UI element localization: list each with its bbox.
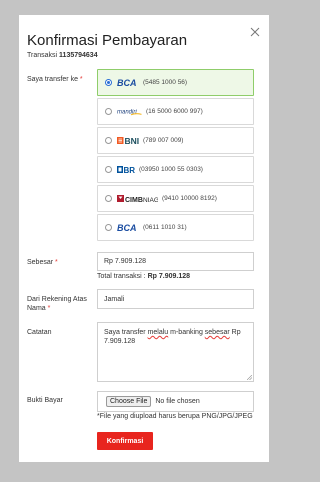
bank-option-mandiri[interactable]: mandiri (16 5000 6000 997) [97,98,254,125]
sender-name-label-line2: Nama * [27,304,87,313]
svg-text:BNI: BNI [125,136,140,145]
bri-logo: BRI [117,165,135,174]
notes-label: Catatan [27,329,52,336]
sender-name-input[interactable]: Jamali [97,289,254,309]
amount-value: Rp 7.909.128 [104,258,147,265]
required-mark: * [47,305,51,312]
svg-text:CIMB: CIMB [125,197,143,203]
bank-account-number: (0611 1010 31) [143,224,187,231]
file-type-hint: *File yang diupload harus berupa PNG/JPG… [97,413,253,420]
radio-button[interactable] [105,108,112,115]
bca-logo: BCA [117,223,139,232]
sender-name-label-line1: Dari Rekening Atas [27,296,87,303]
mandiri-logo: mandiri [117,107,142,116]
bank-account-number: (9410 10000 8192) [162,195,217,202]
required-mark: * [55,259,58,266]
bank-account-number: (16 5000 6000 997) [146,108,203,115]
bni-logo: BNI [117,136,139,145]
transaction-id: 1135794634 [59,52,98,59]
confirm-button[interactable]: Konfirmasi [97,432,153,450]
bank-option-cimb-niaga[interactable]: CIMB NIAGA (9410 10000 8192) [97,185,254,212]
notes-text: Saya transfer melalu m-banking sebesar R… [104,329,241,345]
bank-account-number: (5485 1000 56) [143,79,188,86]
transaction-info: Transaksi 1135794634 [27,52,98,59]
transfer-to-label-text: Saya transfer ke [27,76,78,83]
svg-text:NIAGA: NIAGA [143,197,158,203]
bank-option-bca-2[interactable]: BCA (0611 1010 31) [97,214,254,241]
sender-name-label-text: Nama [27,305,46,312]
notes-textarea[interactable]: Saya transfer melalu m-banking sebesar R… [97,322,254,382]
total-transaction: Total transaksi : Rp 7.909.128 [97,273,190,280]
total-transaction-label: Total transaksi : [97,273,146,280]
svg-text:BCA: BCA [117,78,137,87]
bank-list: BCA (5485 1000 56) mandiri (16 5000 6000… [97,69,254,243]
required-mark: * [79,76,83,83]
bank-option-bni[interactable]: BNI (789 007 009) [97,127,254,154]
radio-button[interactable] [105,224,112,231]
svg-text:BCA: BCA [117,223,137,232]
bank-account-number: (03950 1000 55 0303) [139,166,203,173]
choose-file-button[interactable]: Choose File [106,396,152,407]
svg-text:mandiri: mandiri [117,110,137,116]
total-transaction-value: Rp 7.909.128 [147,273,191,280]
radio-button[interactable] [105,79,112,86]
payment-confirmation-dialog: Konfirmasi Pembayaran Transaksi 11357946… [19,15,269,462]
amount-input[interactable]: Rp 7.909.128 [97,252,254,271]
sender-name-label: Dari Rekening Atas Nama * [27,295,87,313]
transfer-to-label: Saya transfer ke * [27,75,83,84]
sender-name-value: Jamali [104,295,125,303]
file-upload-input[interactable]: Choose File No file chosen [97,391,254,412]
transaction-label: Transaksi [27,52,58,59]
radio-button[interactable] [105,137,112,144]
radio-button[interactable] [105,195,112,202]
amount-label-text: Sebesar [27,259,54,266]
bca-logo: BCA [117,78,139,87]
bank-option-bca[interactable]: BCA (5485 1000 56) [97,69,254,96]
dialog-title: Konfirmasi Pembayaran [27,32,188,49]
bank-account-number: (789 007 009) [143,137,184,144]
svg-text:BRI: BRI [124,166,136,174]
bank-option-bri[interactable]: BRI (03950 1000 55 0303) [97,156,254,183]
file-status: No file chosen [155,398,200,405]
payment-proof-label: Bukti Bayar [27,397,63,404]
radio-button[interactable] [105,166,112,173]
amount-label: Sebesar * [27,258,58,267]
resize-handle-icon[interactable] [247,375,252,380]
cimb-niaga-logo: CIMB NIAGA [117,194,158,203]
close-icon[interactable] [249,26,261,38]
